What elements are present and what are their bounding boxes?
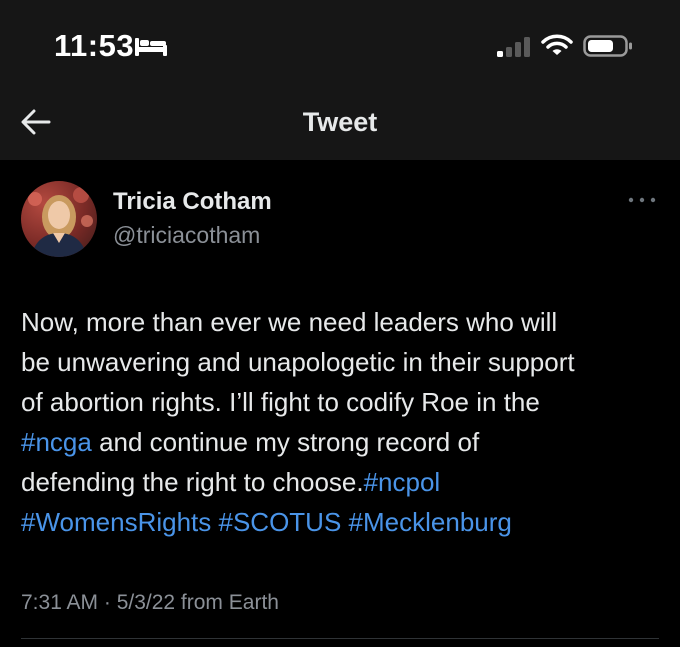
bed-icon — [135, 38, 167, 56]
hashtag-ncpol[interactable]: #ncpol — [364, 467, 441, 497]
navigation-header: Tweet — [0, 90, 680, 160]
tweet-text: Now, more than ever we need leaders who … — [21, 302, 671, 542]
status-bar: 11:53 — [0, 0, 680, 90]
hashtag-ncga[interactable]: #ncga — [21, 427, 92, 457]
cellular-signal-icon — [497, 37, 530, 57]
tweet-timestamp[interactable]: 7:31 AM · 5/3/22 from Earth — [21, 588, 279, 618]
wifi-icon — [541, 34, 573, 55]
battery-icon — [583, 35, 632, 57]
hashtag-womensrights[interactable]: #WomensRights — [21, 507, 211, 537]
more-options-icon[interactable] — [624, 190, 660, 210]
avatar-image — [28, 187, 93, 257]
tweet-text-line: Now, more than ever we need leaders who … — [21, 307, 558, 337]
hashtag-mecklenburg[interactable]: #Mecklenburg — [349, 507, 512, 537]
author-handle[interactable]: @triciacotham — [113, 220, 260, 250]
tweet-text-line: defending the right to choose. — [21, 467, 364, 497]
author-name[interactable]: Tricia Cotham — [113, 187, 272, 217]
tweet-text-line: be unwavering and unapologetic in their … — [21, 347, 575, 377]
avatar[interactable] — [21, 181, 97, 257]
tweet: Tricia Cotham @triciacotham Now, more th… — [0, 160, 680, 647]
page-title: Tweet — [302, 107, 378, 137]
tweet-text-line: and continue my strong record of — [91, 427, 480, 457]
hashtag-scotus[interactable]: #SCOTUS — [219, 507, 342, 537]
tweet-text-line: of abortion rights. I’ll fight to codify… — [21, 387, 540, 417]
status-time: 11:53 — [54, 28, 135, 63]
divider — [21, 638, 659, 639]
